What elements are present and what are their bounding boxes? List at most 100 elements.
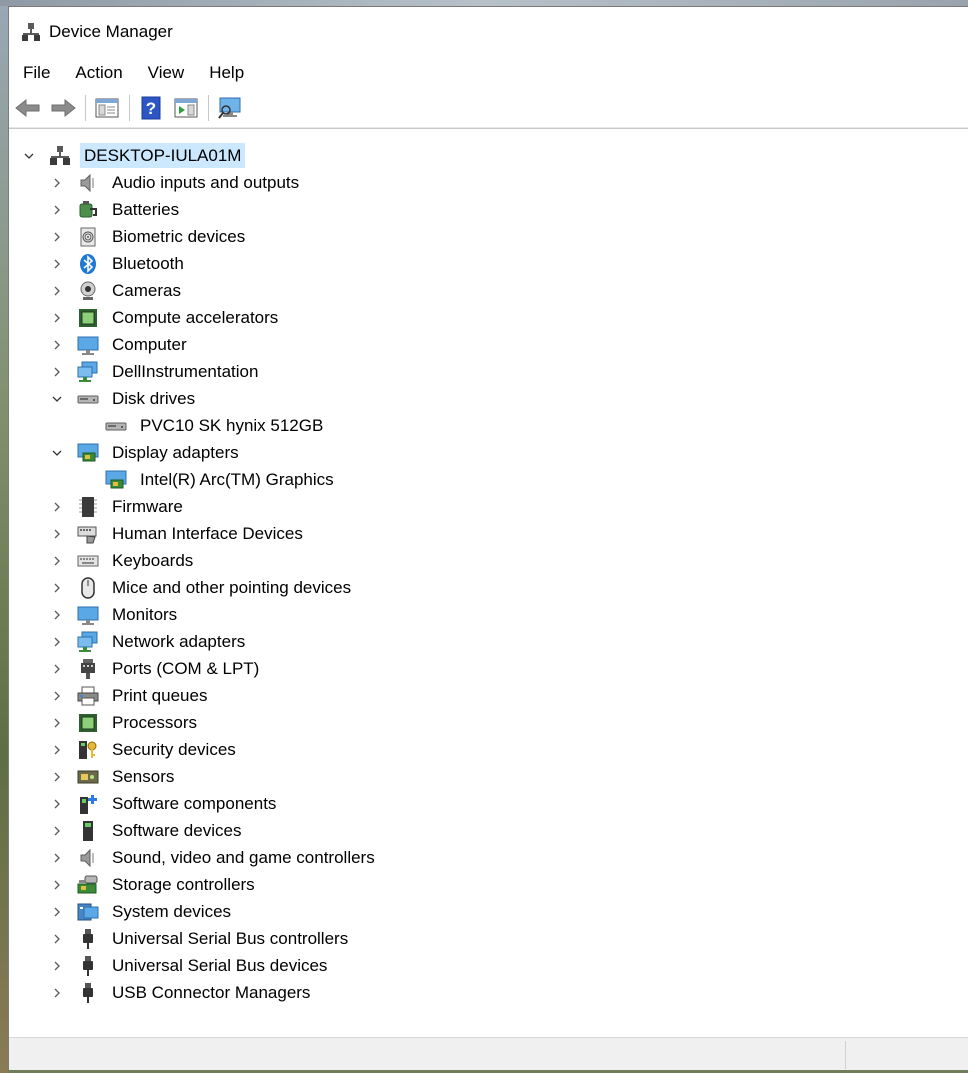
forward-arrow-icon — [51, 98, 76, 118]
system-devices-icon — [77, 901, 99, 923]
menu-help[interactable]: Help — [200, 59, 253, 87]
tree-category-software-devices[interactable]: Software devices — [49, 817, 245, 844]
tree-category-print-queues[interactable]: Print queues — [49, 682, 211, 709]
tree-item-label: Disk drives — [112, 389, 196, 408]
tree-category-storage-controllers[interactable]: Storage controllers — [49, 871, 259, 898]
tree-device[interactable]: Intel(R) Arc(TM) Graphics — [105, 466, 338, 493]
chevron-down-icon[interactable] — [49, 391, 65, 407]
monitor-icon — [77, 334, 99, 356]
tree-item-label: Monitors — [112, 605, 178, 624]
tree-category-monitors[interactable]: Monitors — [49, 601, 181, 628]
monitor-icon — [77, 604, 99, 626]
tree-device[interactable]: PVC10 SK hynix 512GB — [105, 412, 327, 439]
toolbar: ? — [9, 89, 968, 128]
chevron-down-icon[interactable] — [21, 148, 37, 164]
tree-category-audio-inputs-and-outputs[interactable]: Audio inputs and outputs — [49, 169, 303, 196]
tree-item-label: Universal Serial Bus devices — [112, 956, 328, 975]
chevron-right-icon[interactable] — [49, 283, 65, 299]
tree-category-firmware[interactable]: Firmware — [49, 493, 187, 520]
tree-item-label: DellInstrumentation — [112, 362, 259, 381]
tree-category-compute-accelerators[interactable]: Compute accelerators — [49, 304, 282, 331]
tree-category-system-devices[interactable]: System devices — [49, 898, 235, 925]
tree-root-computer[interactable]: DESKTOP-IULA01M — [21, 142, 246, 169]
chevron-right-icon[interactable] — [49, 634, 65, 650]
scan-hardware-changes-button[interactable] — [215, 93, 245, 123]
show-action-pane-button[interactable] — [171, 93, 201, 123]
chevron-right-icon[interactable] — [49, 823, 65, 839]
chevron-right-icon[interactable] — [49, 931, 65, 947]
tree-category-processors[interactable]: Processors — [49, 709, 201, 736]
chevron-right-icon[interactable] — [49, 202, 65, 218]
tree-category-dellinstrumentation[interactable]: DellInstrumentation — [49, 358, 262, 385]
tree-category-disk-drives[interactable]: Disk drives — [49, 385, 199, 412]
chevron-right-icon[interactable] — [49, 850, 65, 866]
tree-item-label: DESKTOP-IULA01M — [80, 143, 246, 168]
network-monitor-icon — [77, 361, 99, 383]
chevron-right-icon[interactable] — [49, 661, 65, 677]
tree-category-batteries[interactable]: Batteries — [49, 196, 183, 223]
tree-category-universal-serial-bus-controllers[interactable]: Universal Serial Bus controllers — [49, 925, 352, 952]
storage-controller-icon — [77, 874, 99, 896]
display-adapter-icon — [105, 469, 127, 491]
tree-item-label: Compute accelerators — [112, 308, 279, 327]
chevron-right-icon[interactable] — [49, 607, 65, 623]
tree-category-display-adapters[interactable]: Display adapters — [49, 439, 243, 466]
chevron-down-icon[interactable] — [49, 445, 65, 461]
forward-button[interactable] — [48, 93, 78, 123]
tree-category-keyboards[interactable]: Keyboards — [49, 547, 197, 574]
chevron-right-icon[interactable] — [49, 499, 65, 515]
printer-icon — [77, 685, 99, 707]
chevron-right-icon[interactable] — [49, 715, 65, 731]
scan-hardware-changes-icon — [218, 97, 241, 119]
tree-category-software-components[interactable]: Software components — [49, 790, 280, 817]
tree-category-mice-and-other-pointing-devices[interactable]: Mice and other pointing devices — [49, 574, 355, 601]
toolbar-separator — [129, 95, 130, 121]
chevron-right-icon[interactable] — [49, 526, 65, 542]
chevron-right-icon[interactable] — [49, 553, 65, 569]
tree-category-ports-com-lpt[interactable]: Ports (COM & LPT) — [49, 655, 263, 682]
tree-category-bluetooth[interactable]: Bluetooth — [49, 250, 188, 277]
chevron-right-icon[interactable] — [49, 256, 65, 272]
tree-item-label: Display adapters — [112, 443, 239, 462]
tree-category-network-adapters[interactable]: Network adapters — [49, 628, 249, 655]
tree-category-computer[interactable]: Computer — [49, 331, 191, 358]
tree-item-label: Processors — [112, 713, 198, 732]
chevron-right-icon[interactable] — [49, 796, 65, 812]
tree-category-cameras[interactable]: Cameras — [49, 277, 185, 304]
help-button[interactable]: ? — [136, 93, 166, 123]
menu-action[interactable]: Action — [66, 59, 131, 87]
chevron-right-icon[interactable] — [49, 229, 65, 245]
chevron-right-icon[interactable] — [49, 958, 65, 974]
speaker-icon — [77, 172, 99, 194]
tree-category-usb-connector-managers[interactable]: USB Connector Managers — [49, 979, 314, 1006]
device-tree[interactable]: DESKTOP-IULA01M Audio inputs and outputs B… — [9, 128, 968, 1034]
tree-category-sensors[interactable]: Sensors — [49, 763, 178, 790]
menu-file[interactable]: File — [14, 59, 59, 87]
title-bar[interactable]: Device Manager — [9, 7, 968, 57]
chevron-right-icon[interactable] — [49, 904, 65, 920]
tree-item-label: Storage controllers — [112, 875, 255, 894]
tree-category-biometric-devices[interactable]: Biometric devices — [49, 223, 249, 250]
chevron-right-icon[interactable] — [49, 364, 65, 380]
chevron-right-icon[interactable] — [49, 985, 65, 1001]
menu-view[interactable]: View — [139, 59, 194, 87]
tree-item-label: Universal Serial Bus controllers — [112, 929, 349, 948]
chevron-right-icon[interactable] — [49, 175, 65, 191]
chevron-right-icon[interactable] — [49, 742, 65, 758]
toolbar-separator — [85, 95, 86, 121]
tree-category-security-devices[interactable]: Security devices — [49, 736, 240, 763]
show-hide-console-tree-button[interactable] — [92, 93, 122, 123]
tree-category-human-interface-devices[interactable]: Human Interface Devices — [49, 520, 307, 547]
chevron-right-icon[interactable] — [49, 337, 65, 353]
camera-icon — [77, 280, 99, 302]
chevron-right-icon[interactable] — [49, 877, 65, 893]
chevron-right-icon[interactable] — [49, 310, 65, 326]
bluetooth-icon — [77, 253, 99, 275]
tree-category-universal-serial-bus-devices[interactable]: Universal Serial Bus devices — [49, 952, 331, 979]
chevron-right-icon[interactable] — [49, 769, 65, 785]
chevron-right-icon[interactable] — [49, 688, 65, 704]
chevron-right-icon[interactable] — [49, 580, 65, 596]
back-button[interactable] — [13, 93, 43, 123]
tree-category-sound-video-and-game-controllers[interactable]: Sound, video and game controllers — [49, 844, 379, 871]
tree-item-label: Human Interface Devices — [112, 524, 303, 543]
